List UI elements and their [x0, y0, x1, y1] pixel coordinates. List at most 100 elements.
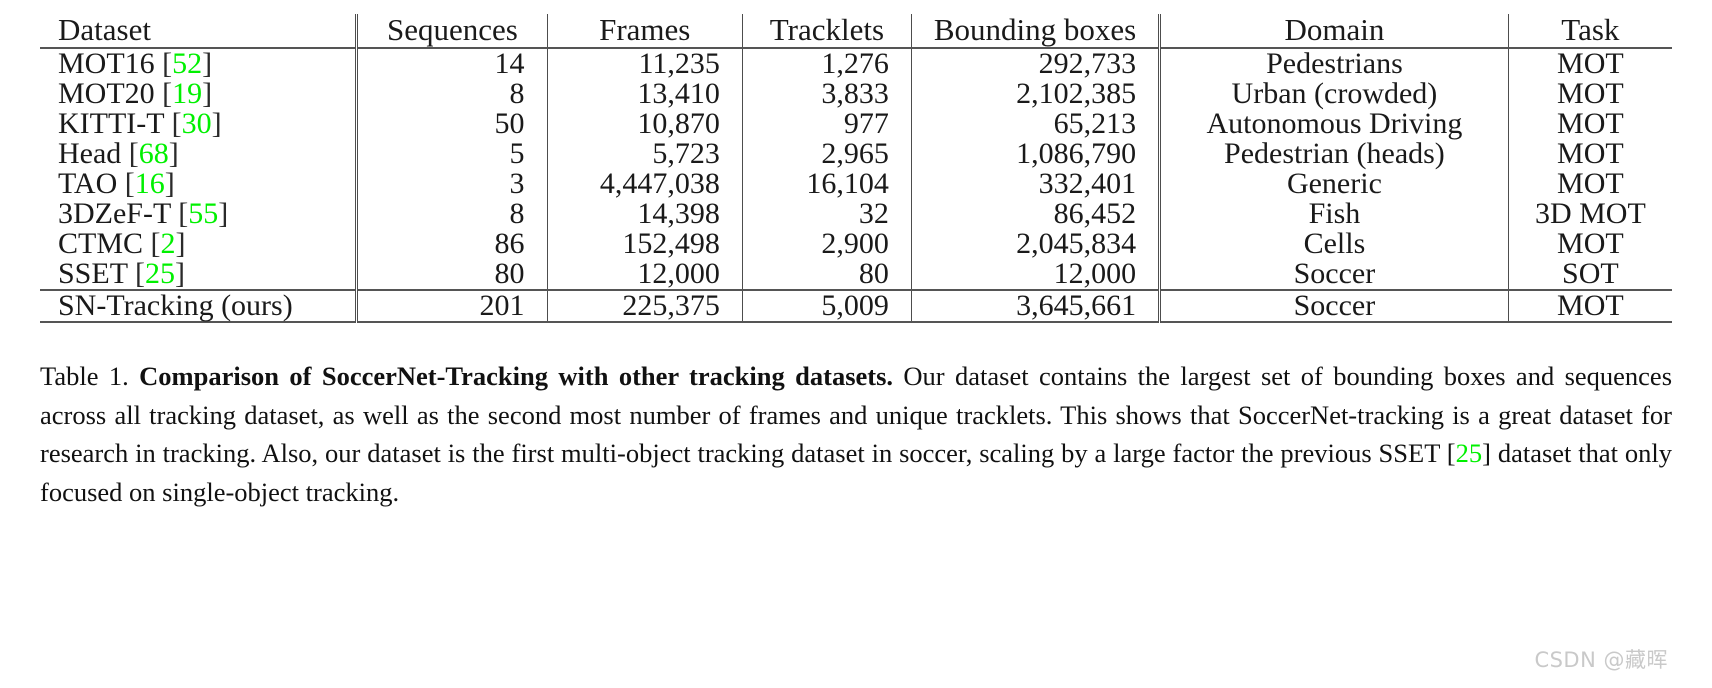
cell-tracklets: 32: [741, 198, 912, 229]
citation-link[interactable]: 25: [1456, 438, 1483, 468]
cite-bracket-close: ]: [202, 46, 213, 80]
cell-frames: 4,447,038: [546, 168, 743, 199]
cite-bracket-close: ]: [175, 226, 186, 260]
citation-link[interactable]: 19: [172, 77, 202, 110]
column-header-frames: Frames: [546, 13, 743, 48]
cite-bracket-open: [: [162, 76, 173, 110]
cell-tracklets: 2,965: [741, 138, 912, 169]
column-header-task: Task: [1507, 13, 1672, 48]
cell-task: MOT: [1507, 168, 1672, 199]
column-header-dataset: Dataset: [58, 12, 151, 47]
cite-bracket-open: [: [162, 46, 173, 80]
cell-tracklets: 16,104: [741, 168, 912, 199]
cell-domain: Fish: [1158, 198, 1509, 229]
cell-frames: 225,375: [546, 290, 743, 322]
dataset-name: KITTI-T: [58, 106, 165, 140]
cite-bracket-close: ]: [174, 256, 185, 290]
table-row: MOT16 [52] 14 11,235 1,276 292,733 Pedes…: [40, 46, 1672, 80]
cell-bounding-boxes: 2,102,385: [910, 78, 1160, 109]
cell-dataset: Head [68]: [40, 136, 357, 170]
cell-bounding-boxes: 12,000: [910, 258, 1160, 290]
cell-domain: Cells: [1158, 228, 1509, 259]
cell-tracklets: 977: [741, 108, 912, 139]
column-header-domain: Domain: [1158, 13, 1509, 48]
cell-sequences: 14: [355, 48, 548, 79]
citation-link[interactable]: 2: [161, 227, 176, 260]
table-row: TAO [16] 3 4,447,038 16,104 332,401 Gene…: [40, 166, 1672, 200]
cell-dataset: CTMC [2]: [40, 226, 357, 260]
cell-frames: 14,398: [546, 198, 743, 229]
cell-sequences: 8: [355, 78, 548, 109]
table-header-row: Dataset Sequences Frames Tracklets Bound…: [40, 12, 1672, 48]
table-row: Head [68] 5 5,723 2,965 1,086,790 Pedest…: [40, 136, 1672, 170]
cell-sequences: 80: [355, 258, 548, 290]
cell-domain: Generic: [1158, 168, 1509, 199]
dataset-name: 3DZeF-T: [58, 196, 171, 230]
cell-bounding-boxes: 1,086,790: [910, 138, 1160, 169]
cell-domain: Pedestrians: [1158, 48, 1509, 79]
cell-sequences: 3: [355, 168, 548, 199]
cell-domain: Autonomous Driving: [1158, 108, 1509, 139]
cite-bracket-close: ]: [211, 106, 222, 140]
cell-task: 3D MOT: [1507, 198, 1672, 229]
cell-bounding-boxes: 65,213: [910, 108, 1160, 139]
cell-dataset: SN-Tracking (ours): [58, 288, 293, 322]
cite-bracket-close: ]: [202, 76, 213, 110]
caption-label: Table 1.: [40, 360, 129, 391]
dataset-name: MOT16: [58, 46, 155, 80]
cell-sequences: 8: [355, 198, 548, 229]
citation-link[interactable]: 25: [145, 257, 175, 290]
cite-bracket-open: [: [134, 256, 145, 290]
cell-task: MOT: [1507, 290, 1672, 322]
caption-bold-title: Comparison of SoccerNet-Tracking with ot…: [139, 360, 894, 391]
cell-dataset: SSET [25]: [40, 256, 357, 290]
dataset-name: TAO: [58, 166, 118, 200]
cell-sequences: 5: [355, 138, 548, 169]
cite-bracket-open: [: [150, 226, 161, 260]
table-row: SSET [25] 80 12,000 80 12,000 Soccer SOT: [40, 256, 1672, 290]
cell-domain: Urban (crowded): [1158, 78, 1509, 109]
citation-link[interactable]: 16: [135, 167, 165, 200]
citation-link[interactable]: 52: [172, 47, 202, 80]
cell-sequences: 86: [355, 228, 548, 259]
cell-tracklets: 80: [741, 258, 912, 290]
cell-frames: 11,235: [546, 48, 743, 79]
cell-frames: 13,410: [546, 78, 743, 109]
cell-dataset: MOT20 [19]: [40, 76, 357, 110]
cell-dataset: 3DZeF-T [55]: [40, 196, 357, 230]
cell-dataset: MOT16 [52]: [40, 46, 357, 80]
cell-task: MOT: [1507, 138, 1672, 169]
watermark-label: CSDN @藏晖: [1534, 648, 1668, 672]
cell-bounding-boxes: 3,645,661: [910, 290, 1160, 322]
citation-link[interactable]: 68: [139, 137, 169, 170]
cite-bracket-open: [: [128, 136, 139, 170]
dataset-name: Head: [58, 136, 122, 170]
cell-tracklets: 2,900: [741, 228, 912, 259]
table-caption: Table 1. Comparison of SoccerNet-Trackin…: [40, 357, 1672, 513]
dataset-name: SSET: [58, 256, 128, 290]
cell-domain: Soccer: [1158, 290, 1509, 322]
column-header-bounding-boxes: Bounding boxes: [910, 13, 1160, 48]
cell-sequences: 50: [355, 108, 548, 139]
cite-bracket-open: [: [178, 196, 189, 230]
table-figure-page: Dataset Sequences Frames Tracklets Bound…: [0, 12, 1712, 688]
table-row: KITTI-T [30] 50 10,870 977 65,213 Autono…: [40, 106, 1672, 140]
cell-bounding-boxes: 2,045,834: [910, 228, 1160, 259]
citation-link[interactable]: 30: [182, 107, 212, 140]
table-row: MOT20 [19] 8 13,410 3,833 2,102,385 Urba…: [40, 76, 1672, 110]
cite-bracket-close: ]: [168, 136, 179, 170]
cell-sequences: 201: [355, 290, 548, 322]
table-row-highlight: SN-Tracking (ours) 201 225,375 5,009 3,6…: [40, 288, 1672, 322]
cell-domain: Soccer: [1158, 258, 1509, 290]
column-header-tracklets: Tracklets: [741, 13, 912, 48]
column-header-sequences: Sequences: [355, 13, 548, 48]
bottom-rule: [40, 320, 1672, 324]
cell-task: MOT: [1507, 48, 1672, 79]
citation-link[interactable]: 55: [188, 197, 218, 230]
cite-bracket-close: ]: [218, 196, 229, 230]
table-row: CTMC [2] 86 152,498 2,900 2,045,834 Cell…: [40, 226, 1672, 260]
cell-dataset: TAO [16]: [40, 166, 357, 200]
cell-dataset: KITTI-T [30]: [40, 106, 357, 140]
cite-bracket-open: [: [171, 106, 182, 140]
cell-frames: 12,000: [546, 258, 743, 290]
